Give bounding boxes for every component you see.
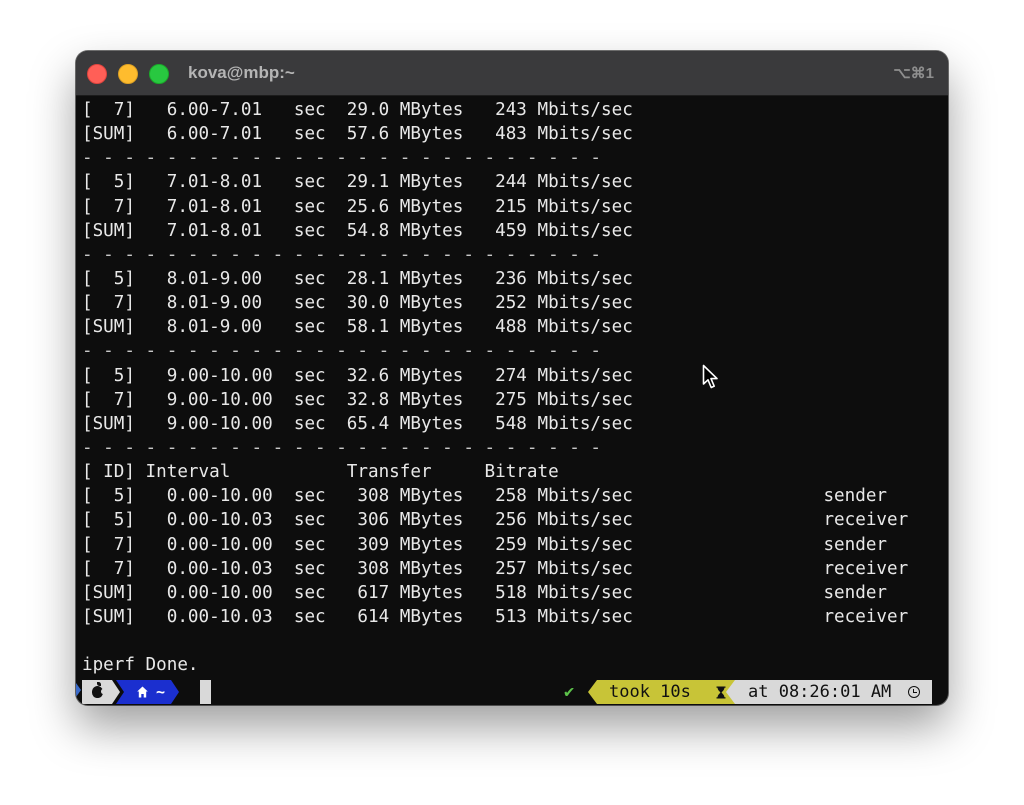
output-line: [ 7] 7.01-8.01 sec 25.6 MBytes 215 Mbits… — [82, 196, 633, 217]
terminal-window: kova@mbp:~ ⌥⌘1 [ 7] 6.00-7.01 sec 29.0 M… — [76, 51, 948, 705]
zoom-button[interactable] — [149, 64, 169, 84]
home-icon — [137, 686, 148, 698]
output-line: [SUM] 6.00-7.01 sec 57.6 MBytes 483 Mbit… — [82, 124, 633, 145]
title-bar[interactable]: kova@mbp:~ ⌥⌘1 — [76, 51, 948, 96]
shell-prompt[interactable]: ~ ✔ took 10s at 08:26:01 AM — [76, 678, 948, 705]
summary-line: [ 7] 0.00-10.00 sec 309 MBytes 259 Mbits… — [82, 534, 888, 555]
text-cursor[interactable] — [200, 680, 211, 704]
time-segment: at 08:26:01 AM — [726, 680, 932, 704]
separator-line: - - - - - - - - - - - - - - - - - - - - … — [82, 437, 602, 458]
iperf-done-line: iperf Done. — [82, 655, 199, 676]
os-segment — [82, 680, 112, 704]
minimize-button[interactable] — [118, 64, 138, 84]
time-text: at 08:26:01 AM — [748, 682, 892, 702]
directory-path: ~ — [156, 683, 166, 701]
output-line: [ 7] 6.00-7.01 sec 29.0 MBytes 243 Mbits… — [82, 100, 633, 120]
directory-segment: ~ — [116, 680, 179, 704]
close-button[interactable] — [87, 64, 107, 84]
separator-line: - - - - - - - - - - - - - - - - - - - - … — [82, 341, 602, 362]
separator-line: - - - - - - - - - - - - - - - - - - - - … — [82, 148, 602, 169]
mouse-pointer-icon — [702, 364, 718, 389]
output-line: [SUM] 9.00-10.00 sec 65.4 MBytes 548 Mbi… — [82, 413, 633, 434]
output-line: [SUM] 8.01-9.00 sec 58.1 MBytes 488 Mbit… — [82, 317, 633, 338]
summary-line: [SUM] 0.00-10.00 sec 617 MBytes 518 Mbit… — [82, 582, 888, 603]
duration-text: took 10s — [609, 682, 691, 702]
hourglass-icon — [716, 686, 726, 699]
output-line: [ 5] 9.00-10.00 sec 32.6 MBytes 274 Mbit… — [82, 365, 633, 386]
prompt-edge-marker — [76, 683, 81, 697]
output-line: [SUM] 7.01-8.01 sec 54.8 MBytes 459 Mbit… — [82, 220, 633, 241]
output-line: [ 5] 8.01-9.00 sec 28.1 MBytes 236 Mbits… — [82, 268, 633, 289]
summary-header-line: [ ID] Interval Transfer Bitrate — [82, 462, 559, 483]
summary-line: [SUM] 0.00-10.03 sec 614 MBytes 513 Mbit… — [82, 606, 909, 627]
window-title: kova@mbp:~ — [188, 63, 295, 82]
output-line: [ 7] 9.00-10.00 sec 32.8 MBytes 275 Mbit… — [82, 389, 633, 410]
output-line: [ 5] 7.01-8.01 sec 29.1 MBytes 244 Mbits… — [82, 172, 633, 193]
summary-line: [ 5] 0.00-10.00 sec 308 MBytes 258 Mbits… — [82, 486, 888, 507]
summary-line: [ 7] 0.00-10.03 sec 308 MBytes 257 Mbits… — [82, 558, 909, 579]
apple-icon — [91, 682, 105, 698]
separator-line: - - - - - - - - - - - - - - - - - - - - … — [82, 244, 602, 265]
duration-segment: took 10s — [588, 680, 738, 704]
terminal-output[interactable]: [ 7] 6.00-7.01 sec 29.0 MBytes 243 Mbits… — [82, 98, 942, 677]
clock-icon — [908, 686, 920, 698]
summary-line: [ 5] 0.00-10.03 sec 306 MBytes 256 Mbits… — [82, 510, 909, 531]
window-shortcut: ⌥⌘1 — [893, 65, 934, 82]
check-icon: ✔ — [564, 682, 575, 702]
output-line: [ 7] 8.01-9.00 sec 30.0 MBytes 252 Mbits… — [82, 293, 633, 314]
